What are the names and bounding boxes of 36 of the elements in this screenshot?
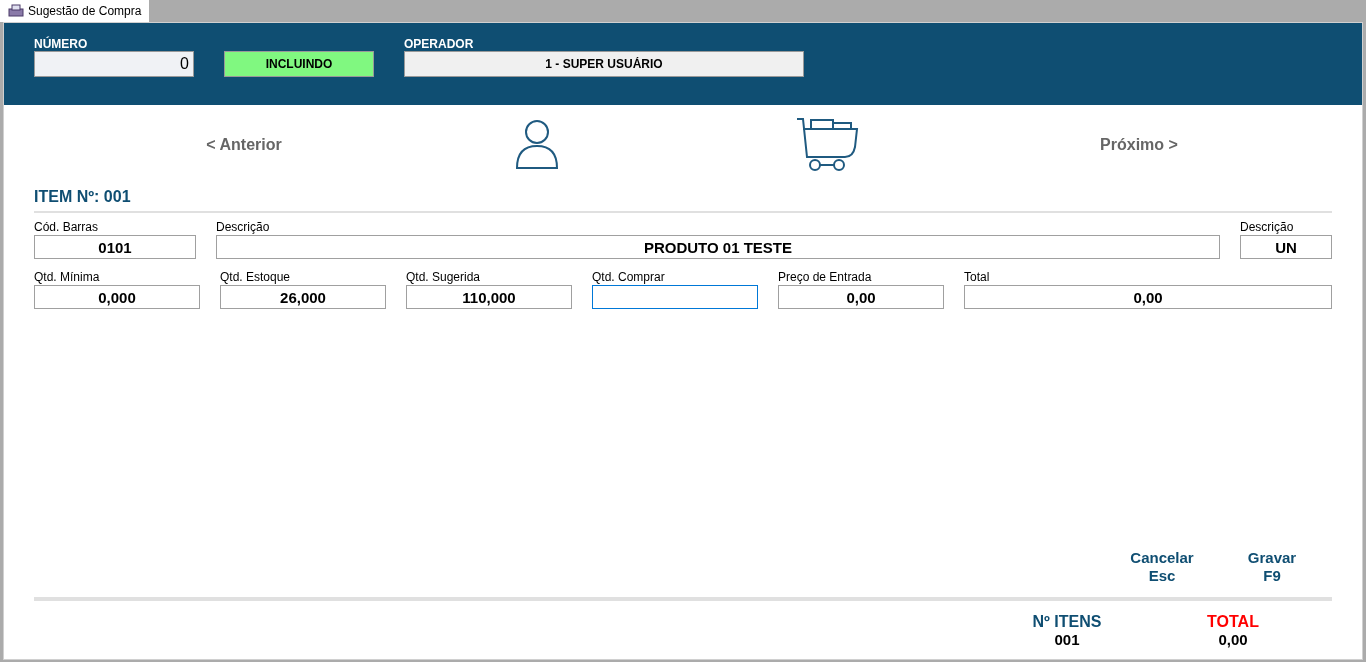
field-label: Total — [964, 269, 991, 285]
numero-label: NÚMERO — [34, 37, 89, 51]
printer-icon — [8, 4, 24, 18]
field-label: Qtd. Comprar — [592, 269, 666, 285]
previous-button[interactable]: < Anterior — [34, 133, 454, 157]
input-field[interactable]: 0,00 — [964, 285, 1332, 309]
operador-label: OPERADOR — [404, 37, 475, 51]
item-title: ITEM Nº: 001 — [34, 185, 1332, 213]
input-field[interactable]: 110,000 — [406, 285, 572, 309]
input-field[interactable]: 0,000 — [34, 285, 200, 309]
field-label: Qtd. Estoque — [220, 269, 292, 285]
field-label: Qtd. Mínima — [34, 269, 101, 285]
field-label: Preço de Entrada — [778, 269, 873, 285]
shopping-cart-icon — [795, 117, 859, 173]
summary-label: TOTAL — [1207, 613, 1259, 631]
field-label: Cód. Barras — [34, 219, 100, 235]
operador-field[interactable]: 1 - SUPER USUÁRIO — [404, 51, 804, 77]
action-button[interactable]: Cancelar Esc — [1122, 549, 1202, 585]
window-tab[interactable]: Sugestão de Compra — [0, 0, 150, 22]
summary-value: 001 — [1054, 631, 1080, 649]
input-field[interactable]: PRODUTO 01 TESTE — [216, 235, 1220, 259]
field-label: Descrição — [216, 219, 271, 235]
field-label: Descrição — [1240, 219, 1295, 235]
input-field[interactable]: 0,00 — [778, 285, 944, 309]
input-field[interactable] — [592, 285, 758, 309]
input-field[interactable]: UN — [1240, 235, 1332, 259]
input-field[interactable]: 0101 — [34, 235, 196, 259]
summary-label: Nº ITENS — [1032, 613, 1102, 631]
input-field[interactable]: 26,000 — [220, 285, 386, 309]
summary-value: 0,00 — [1218, 631, 1248, 649]
next-button[interactable]: Próximo > — [1079, 133, 1199, 157]
action-button[interactable]: Gravar F9 — [1232, 549, 1312, 585]
numero-field[interactable]: 0 — [34, 51, 194, 77]
field-label: Qtd. Sugerida — [406, 269, 482, 285]
status-badge: INCLUINDO — [224, 51, 374, 77]
person-icon — [514, 118, 560, 172]
